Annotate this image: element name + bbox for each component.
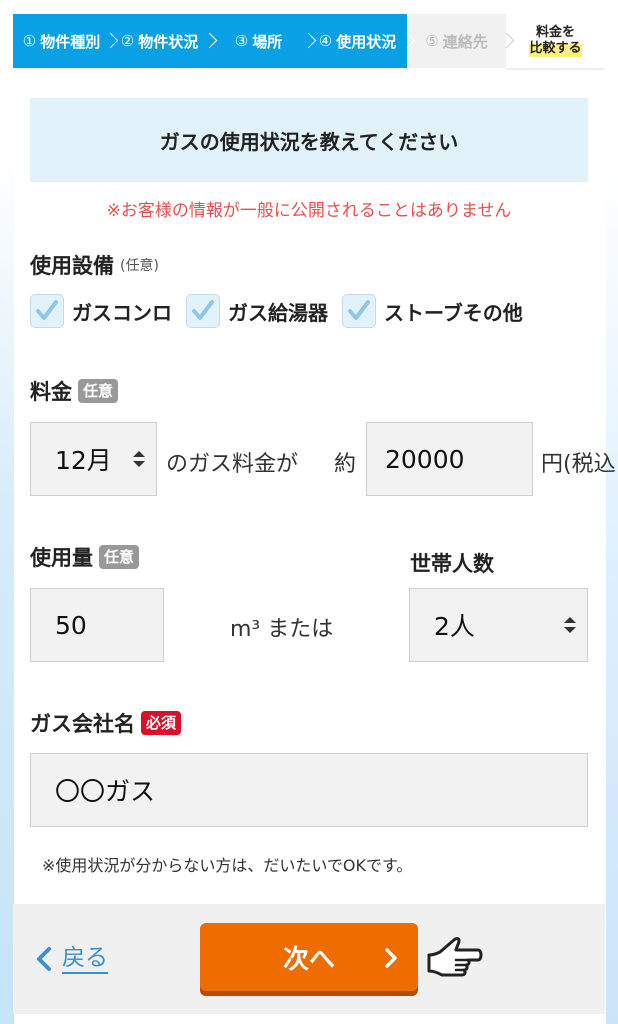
fee-text: のガス料金が [166, 452, 299, 477]
progress-steps: ① 物件種別 ② 物件状況 ③ 場所 ④ 使用状況 ⑤ 連絡先 料金を 比較する [13, 14, 605, 70]
checkbox-checked-icon[interactable] [30, 294, 64, 328]
checkbox-water-heater[interactable]: ガス給湯器 [186, 294, 328, 328]
month-select[interactable]: 12月 [30, 422, 157, 496]
usage-label: 使用量 任意 [30, 542, 140, 572]
household-label: 世帯人数 [410, 552, 494, 576]
checkbox-gas-stove[interactable]: ガスコンロ [30, 294, 172, 328]
usage-unit: m³ または [230, 617, 334, 642]
required-badge: 必須 [141, 711, 182, 735]
approx-text: 約 [334, 452, 357, 477]
pointing-hand-icon [427, 937, 483, 977]
chevron-right-icon [385, 948, 397, 968]
back-link[interactable]: 戻る [36, 944, 108, 974]
usage-input[interactable]: 50 [30, 588, 164, 662]
step-5: ⑤ 連絡先 [407, 14, 515, 68]
chevron-left-icon [37, 947, 51, 971]
step-2[interactable]: ② 物件状況 [110, 14, 218, 68]
fee-label: 料金 任意 [30, 376, 119, 406]
background-decoration-left [0, 160, 14, 1024]
step-compare: 料金を 比較する [506, 14, 605, 70]
equipment-checkboxes: ガスコンロ ガス給湯器 ストーブその他 [30, 294, 537, 328]
fee-unit: 円(税込 [541, 452, 616, 477]
background-decoration-right [606, 160, 618, 1024]
next-button[interactable]: 次へ [200, 923, 418, 991]
optional-badge: 任意 [78, 379, 119, 403]
equipment-label: 使用設備 (任意) [30, 254, 159, 278]
step-4[interactable]: ④ 使用状況 [308, 14, 416, 68]
checkbox-checked-icon[interactable] [186, 294, 220, 328]
optional-badge: 任意 [99, 545, 140, 569]
select-arrows-icon [564, 617, 576, 633]
company-label: ガス会社名 必須 [30, 708, 182, 738]
section-title: ガスの使用状況を教えてください [30, 98, 588, 182]
select-arrows-icon [133, 451, 145, 467]
compare-label: 料金を 比較する [529, 25, 582, 57]
fee-amount-input[interactable]: 20000 [366, 422, 533, 496]
step-3[interactable]: ③ 場所 [209, 14, 317, 68]
checkbox-checked-icon[interactable] [342, 294, 376, 328]
checkbox-stove-other[interactable]: ストーブその他 [342, 294, 523, 328]
footer-note: ※使用状況が分からない方は、だいたいでOKです。 [42, 856, 413, 875]
gas-company-input[interactable]: 〇〇ガス [30, 753, 588, 827]
privacy-notice: ※お客様の情報が一般に公開されることはありません [106, 201, 512, 221]
household-select[interactable]: 2人 [409, 588, 588, 662]
step-1[interactable]: ① 物件種別 [13, 14, 119, 68]
